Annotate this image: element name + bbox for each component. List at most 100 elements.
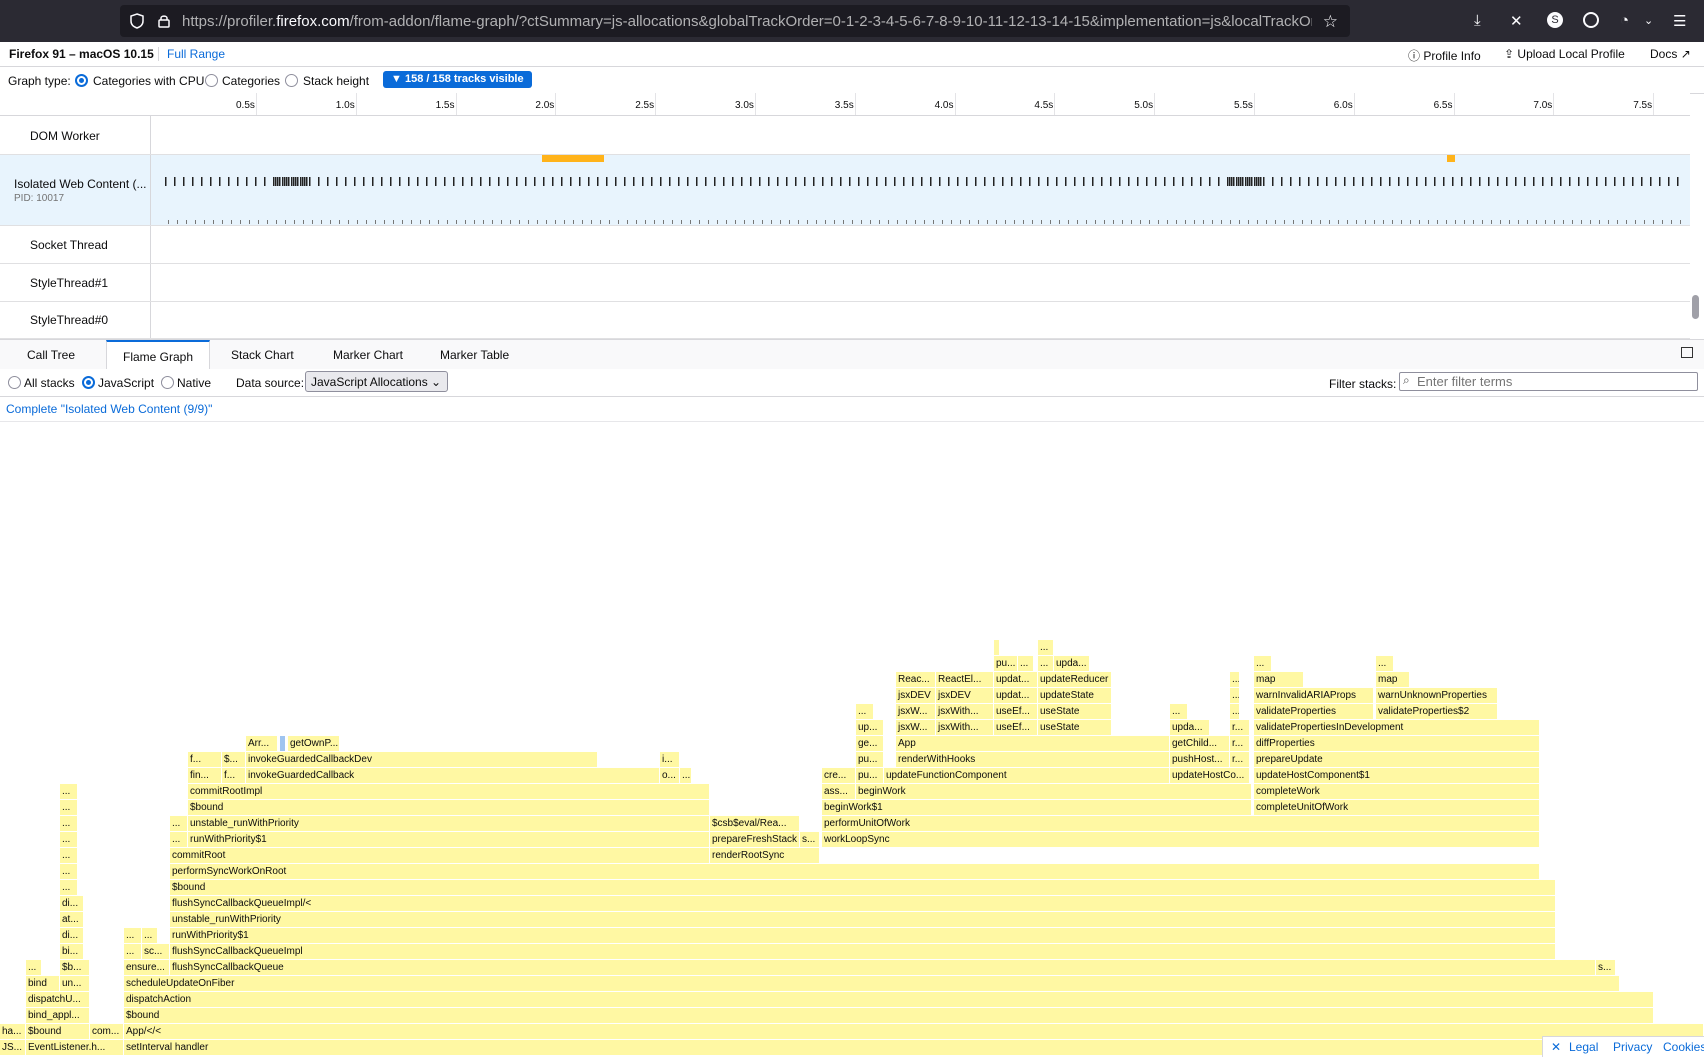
flame-frame[interactable]: f... <box>188 752 222 767</box>
flame-frame[interactable]: ... <box>142 928 158 943</box>
flame-frame[interactable]: updateState <box>1038 688 1112 703</box>
flame-frame[interactable]: di... <box>60 928 84 943</box>
flame-frame[interactable]: EventListener.h... <box>26 1040 124 1055</box>
radio-native[interactable] <box>161 376 174 389</box>
flame-frame[interactable]: map <box>1254 672 1304 687</box>
filter-stacks-field[interactable]: ⌕ <box>1399 372 1698 391</box>
flame-frame[interactable]: r... <box>1230 752 1250 767</box>
flame-frame[interactable]: updateReducer <box>1038 672 1112 687</box>
flame-frame[interactable]: scheduleUpdateOnFiber <box>124 976 1620 991</box>
flame-frame[interactable]: useEf... <box>994 704 1038 719</box>
profiler-icon[interactable]: ◔ <box>1620 12 1629 29</box>
flame-frame[interactable]: o... <box>660 768 680 783</box>
flame-frame[interactable]: unstable_runWithPriority <box>170 912 1556 927</box>
flame-frame[interactable]: App/</< <box>124 1024 1704 1039</box>
flame-frame[interactable]: ... <box>124 928 142 943</box>
flame-frame[interactable]: flushSyncCallbackQueueImpl/< <box>170 896 1556 911</box>
flame-frame[interactable]: sc... <box>142 944 170 959</box>
flame-frame[interactable]: com... <box>90 1024 124 1039</box>
flame-frame-selected[interactable] <box>280 736 286 751</box>
flame-frame[interactable]: pu... <box>856 768 884 783</box>
track-stylethread-1[interactable]: StyleThread#1 <box>0 264 1690 302</box>
flame-frame[interactable]: ... <box>60 864 78 879</box>
option-all-stacks[interactable]: All stacks <box>24 376 75 390</box>
track-socket-thread[interactable]: Socket Thread <box>0 226 1690 264</box>
chevron-down-icon[interactable]: ⌄ <box>1644 14 1653 27</box>
flame-frame[interactable]: r... <box>1230 720 1250 735</box>
marker-span[interactable] <box>542 155 604 162</box>
extension-s-icon[interactable]: S <box>1547 12 1563 28</box>
tab-stack-chart[interactable]: Stack Chart <box>231 348 294 362</box>
flame-frame[interactable]: performSyncWorkOnRoot <box>170 864 1540 879</box>
full-range-breadcrumb[interactable]: Full Range <box>158 47 225 61</box>
flame-frame[interactable]: validateProperties$2 <box>1376 704 1498 719</box>
flame-frame[interactable]: renderWithHooks <box>896 752 1170 767</box>
flame-frame[interactable]: at... <box>60 912 84 927</box>
tab-flame-graph[interactable]: Flame Graph <box>106 340 211 369</box>
flame-frame[interactable]: pu... <box>856 752 884 767</box>
upload-button[interactable]: ⇪ Upload Local Profile <box>1504 47 1625 61</box>
flame-frame[interactable]: beginWork <box>856 784 1252 799</box>
flame-frame[interactable]: ensure... <box>124 960 170 975</box>
flame-frame[interactable]: useState <box>1038 704 1112 719</box>
flame-frame[interactable]: flushSyncCallbackQueueImpl <box>170 944 1556 959</box>
flame-frame[interactable]: r... <box>1230 736 1250 751</box>
url-field[interactable]: https://profiler.firefox.com/from-addon/… <box>120 5 1350 37</box>
flame-frame[interactable]: ... <box>1170 704 1188 719</box>
flame-frame[interactable]: pushHost... <box>1170 752 1230 767</box>
flame-frame[interactable]: jsxW... <box>896 704 936 719</box>
flame-frame[interactable]: dispatchU... <box>26 992 90 1007</box>
flame-frame[interactable]: ... <box>1254 656 1272 671</box>
flame-frame[interactable]: ... <box>124 944 142 959</box>
flame-frame[interactable]: $bound <box>26 1024 90 1039</box>
flame-frame[interactable] <box>994 640 1000 655</box>
flame-frame[interactable]: fin... <box>188 768 222 783</box>
flame-frame[interactable]: runWithPriority$1 <box>170 928 1556 943</box>
track-dom-worker[interactable]: DOM Worker <box>0 116 1690 155</box>
track-isolated-web-content[interactable]: Isolated Web Content (... PID: 10017 <box>0 155 1690 226</box>
flame-frame[interactable]: renderRootSync <box>710 848 820 863</box>
flame-frame[interactable]: warnInvalidARIAProps <box>1254 688 1374 703</box>
flame-frame[interactable]: $b... <box>60 960 90 975</box>
flame-frame[interactable]: useEf... <box>994 720 1038 735</box>
track-label[interactable]: StyleThread#0 <box>0 302 151 338</box>
flame-frame[interactable]: setInterval handler <box>124 1040 1704 1055</box>
flame-frame[interactable]: ... <box>1376 656 1394 671</box>
flame-frame[interactable]: upda... <box>1170 720 1210 735</box>
flame-frame[interactable]: warnUnknownProperties <box>1376 688 1498 703</box>
bookmark-star-icon[interactable]: ☆ <box>1323 12 1338 32</box>
flame-frame[interactable]: f... <box>222 768 246 783</box>
option-categories-cpu[interactable]: Categories with CPU <box>93 74 204 88</box>
extension-g-icon[interactable] <box>1583 12 1599 28</box>
flame-frame[interactable]: prepareUpdate <box>1254 752 1540 767</box>
flame-frame[interactable]: ... <box>1018 656 1034 671</box>
flame-frame[interactable]: map <box>1376 672 1410 687</box>
radio-stack-height[interactable] <box>285 74 298 87</box>
flame-frame[interactable]: ... <box>856 704 874 719</box>
tracking-protection-icon[interactable] <box>130 13 144 29</box>
filter-stacks-input[interactable] <box>1417 374 1687 389</box>
flame-frame[interactable]: up... <box>856 720 884 735</box>
flame-frame[interactable]: beginWork$1 <box>822 800 1252 815</box>
option-javascript[interactable]: JavaScript <box>98 376 154 390</box>
flame-frame[interactable]: ... <box>60 832 78 847</box>
flame-frame[interactable]: $csb$eval/Rea... <box>710 816 800 831</box>
flame-frame[interactable]: ... <box>60 800 78 815</box>
flame-frame[interactable]: Arr... <box>246 736 278 751</box>
downloads-icon[interactable]: ⤓ <box>1474 12 1481 29</box>
radio-all-stacks[interactable] <box>8 376 21 389</box>
flame-frame[interactable]: bi... <box>60 944 84 959</box>
flame-graph[interactable]: JS... EventListener.h... setInterval handl… <box>0 421 1704 1056</box>
flame-frame[interactable]: ha... <box>0 1024 26 1039</box>
flame-frame[interactable]: $... <box>222 752 246 767</box>
option-stack-height[interactable]: Stack height <box>303 74 369 88</box>
flame-frame[interactable]: commitRoot <box>170 848 710 863</box>
tab-marker-chart[interactable]: Marker Chart <box>333 348 403 362</box>
option-native[interactable]: Native <box>177 376 211 390</box>
flame-frame[interactable]: commitRootImpl <box>188 784 710 799</box>
profile-info-button[interactable]: ⓘ Profile Info <box>1408 47 1481 64</box>
radio-categories-cpu[interactable] <box>75 74 88 87</box>
flame-frame[interactable]: ... <box>1230 688 1240 703</box>
flame-frame[interactable]: bind_appl... <box>26 1008 90 1023</box>
flame-frame[interactable]: ... <box>1230 672 1240 687</box>
